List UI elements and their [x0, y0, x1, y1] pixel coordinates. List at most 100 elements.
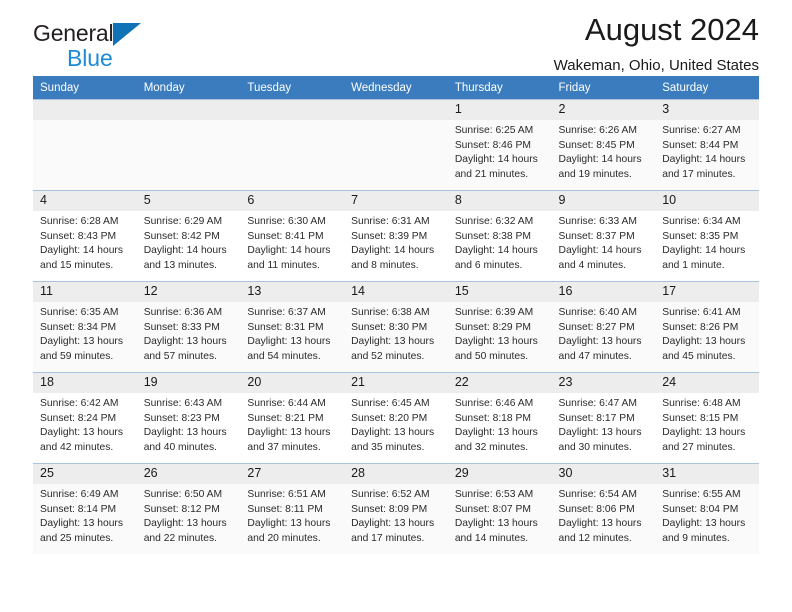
daylight-duration-line1: Daylight: 14 hours	[143, 245, 227, 257]
weekday-header-tuesday: Tuesday	[240, 76, 345, 100]
day-number: 25	[33, 464, 137, 485]
day-number: 9	[551, 191, 656, 212]
calendar-day-cell[interactable]: 27 Sunrise: 6:51 AM Sunset: 8:11 PM Dayligh…	[240, 463, 345, 554]
day-number: 16	[551, 282, 656, 303]
calendar-day-cell[interactable]: 15 Sunrise: 6:39 AM Sunset: 8:29 PM Dayligh…	[447, 281, 552, 373]
calendar-day-cell[interactable]: 16 Sunrise: 6:40 AM Sunset: 8:27 PM Dayligh…	[551, 281, 656, 373]
calendar-day-cell[interactable]: 20 Sunrise: 6:44 AM Sunset: 8:21 PM Dayligh…	[240, 372, 345, 464]
daylight-duration-line2: and 45 minutes.	[662, 350, 736, 362]
calendar-week-row: 4 Sunrise: 6:28 AM Sunset: 8:43 PM Daylight…	[33, 190, 759, 282]
day-details: Sunrise: 6:29 AM Sunset: 8:42 PM Daylight:…	[137, 211, 241, 273]
calendar-day-cell[interactable]: 8 Sunrise: 6:32 AM Sunset: 8:38 PM Daylight…	[447, 190, 552, 282]
calendar-day-cell[interactable]: 28 Sunrise: 6:52 AM Sunset: 8:09 PM Dayligh…	[344, 463, 448, 554]
brand-logo-top-row: General	[33, 22, 142, 46]
sunrise-time: Sunrise: 6:25 AM	[454, 125, 534, 137]
day-number: 17	[655, 282, 759, 303]
calendar-day-cell[interactable]: 7 Sunrise: 6:31 AM Sunset: 8:39 PM Daylight…	[344, 190, 448, 282]
calendar-header-row: Sunday Monday Tuesday Wednesday Thursday Frid…	[33, 76, 759, 100]
calendar-day-cell[interactable]: 29 Sunrise: 6:53 AM Sunset: 8:07 PM Dayligh…	[447, 463, 552, 554]
day-number: 18	[33, 373, 137, 394]
day-number: 26	[136, 464, 241, 485]
daylight-duration-line2: and 22 minutes.	[143, 532, 217, 544]
day-number: 27	[240, 464, 345, 485]
calendar-day-cell[interactable]: 4 Sunrise: 6:28 AM Sunset: 8:43 PM Daylight…	[33, 190, 137, 282]
daylight-duration-line1: Daylight: 13 hours	[454, 518, 538, 530]
daylight-duration-line1: Daylight: 13 hours	[40, 518, 123, 530]
calendar-day-cell[interactable]: 21 Sunrise: 6:45 AM Sunset: 8:20 PM Dayligh…	[344, 372, 448, 464]
daylight-duration-line2: and 1 minute.	[662, 259, 725, 271]
day-details: Sunrise: 6:49 AM Sunset: 8:14 PM Daylight:…	[33, 484, 137, 546]
weekday-header-sunday: Sunday	[33, 76, 137, 100]
calendar-day-cell[interactable]: 22 Sunrise: 6:46 AM Sunset: 8:18 PM Dayligh…	[447, 372, 552, 464]
day-details: Sunrise: 6:55 AM Sunset: 8:04 PM Daylight:…	[655, 484, 759, 546]
daylight-duration-line1: Daylight: 14 hours	[247, 245, 331, 257]
sunset-time: Sunset: 8:12 PM	[143, 503, 220, 515]
sunset-time: Sunset: 8:38 PM	[454, 230, 531, 242]
calendar-day-cell[interactable]: 18 Sunrise: 6:42 AM Sunset: 8:24 PM Dayligh…	[33, 372, 137, 464]
calendar-day-cell[interactable]: 23 Sunrise: 6:47 AM Sunset: 8:17 PM Dayligh…	[551, 372, 656, 464]
day-number: 20	[240, 373, 345, 394]
day-details: Sunrise: 6:45 AM Sunset: 8:20 PM Daylight:…	[344, 393, 448, 455]
day-number: 24	[655, 373, 759, 394]
calendar-day-cell[interactable]: 10 Sunrise: 6:34 AM Sunset: 8:35 PM Dayligh…	[655, 190, 759, 282]
calendar-day-cell[interactable]: 26 Sunrise: 6:50 AM Sunset: 8:12 PM Dayligh…	[136, 463, 241, 554]
daylight-duration-line1: Daylight: 13 hours	[143, 518, 227, 530]
daylight-duration-line1: Daylight: 13 hours	[662, 427, 746, 439]
calendar-day-cell[interactable]: 5 Sunrise: 6:29 AM Sunset: 8:42 PM Daylight…	[136, 190, 241, 282]
calendar-day-cell[interactable]: 12 Sunrise: 6:36 AM Sunset: 8:33 PM Dayligh…	[136, 281, 241, 373]
day-number: 21	[344, 373, 448, 394]
calendar-day-cell[interactable]: 3 Sunrise: 6:27 AM Sunset: 8:44 PM Daylight…	[655, 99, 759, 191]
day-number: 23	[551, 373, 656, 394]
sunset-time: Sunset: 8:14 PM	[40, 503, 117, 515]
daylight-duration-line1: Daylight: 13 hours	[143, 336, 227, 348]
calendar-table: Sunday Monday Tuesday Wednesday Thursday Frid…	[33, 76, 759, 554]
day-details: Sunrise: 6:32 AM Sunset: 8:38 PM Daylight:…	[448, 211, 552, 273]
daylight-duration-line1: Daylight: 13 hours	[454, 427, 538, 439]
calendar-day-cell[interactable]: 17 Sunrise: 6:41 AM Sunset: 8:26 PM Dayligh…	[655, 281, 759, 373]
daylight-duration-line2: and 37 minutes.	[247, 441, 321, 453]
calendar-week-row: 18 Sunrise: 6:42 AM Sunset: 8:24 PM Dayligh…	[33, 372, 759, 464]
sunset-time: Sunset: 8:35 PM	[662, 230, 739, 242]
daylight-duration-line2: and 12 minutes.	[558, 532, 632, 544]
calendar-day-cell[interactable]: 24 Sunrise: 6:48 AM Sunset: 8:15 PM Dayligh…	[655, 372, 759, 464]
calendar-day-cell[interactable]: 13 Sunrise: 6:37 AM Sunset: 8:31 PM Dayligh…	[240, 281, 345, 373]
calendar-day-cell[interactable]: 19 Sunrise: 6:43 AM Sunset: 8:23 PM Dayligh…	[136, 372, 241, 464]
daylight-duration-line1: Daylight: 13 hours	[351, 336, 435, 348]
calendar-day-cell[interactable]: 31 Sunrise: 6:55 AM Sunset: 8:04 PM Dayligh…	[655, 463, 759, 554]
daylight-duration-line2: and 32 minutes.	[454, 441, 529, 453]
daylight-duration-line2: and 11 minutes.	[247, 259, 320, 271]
calendar-day-cell[interactable]: 1 Sunrise: 6:25 AM Sunset: 8:46 PM Daylight…	[447, 99, 552, 191]
calendar-day-cell[interactable]: 6 Sunrise: 6:30 AM Sunset: 8:41 PM Daylight…	[240, 190, 345, 282]
day-details: Sunrise: 6:54 AM Sunset: 8:06 PM Daylight:…	[552, 484, 656, 546]
daylight-duration-line1: Daylight: 13 hours	[143, 427, 227, 439]
sunrise-time: Sunrise: 6:54 AM	[558, 489, 637, 501]
sunrise-time: Sunrise: 6:43 AM	[143, 398, 223, 410]
calendar-day-cell[interactable]: 25 Sunrise: 6:49 AM Sunset: 8:14 PM Dayligh…	[33, 463, 137, 554]
daylight-duration-line1: Daylight: 14 hours	[454, 154, 538, 166]
sunrise-time: Sunrise: 6:53 AM	[454, 489, 534, 501]
daylight-duration-line2: and 35 minutes.	[351, 441, 425, 453]
day-details: Sunrise: 6:36 AM Sunset: 8:33 PM Daylight:…	[137, 302, 241, 364]
weekday-header-saturday: Saturday	[655, 76, 759, 100]
daylight-duration-line1: Daylight: 13 hours	[351, 427, 435, 439]
page-title: August 2024	[584, 12, 759, 47]
sunrise-time: Sunrise: 6:41 AM	[662, 307, 741, 319]
brand-logo[interactable]: General Blue	[33, 22, 142, 70]
calendar-cell-empty	[136, 99, 241, 191]
sunrise-time: Sunrise: 6:40 AM	[558, 307, 637, 319]
daylight-duration-line1: Daylight: 13 hours	[558, 518, 642, 530]
sunset-time: Sunset: 8:15 PM	[662, 412, 739, 424]
calendar-day-cell[interactable]: 11 Sunrise: 6:35 AM Sunset: 8:34 PM Dayligh…	[33, 281, 137, 373]
sunrise-time: Sunrise: 6:28 AM	[40, 216, 119, 228]
calendar-cell-empty	[344, 99, 448, 191]
calendar-day-cell[interactable]: 14 Sunrise: 6:38 AM Sunset: 8:30 PM Dayligh…	[344, 281, 448, 373]
weekday-header-wednesday: Wednesday	[344, 76, 448, 100]
calendar-day-cell[interactable]: 2 Sunrise: 6:26 AM Sunset: 8:45 PM Daylight…	[551, 99, 656, 191]
day-details: Sunrise: 6:27 AM Sunset: 8:44 PM Daylight:…	[655, 120, 759, 182]
sunset-time: Sunset: 8:33 PM	[143, 321, 220, 333]
daylight-duration-line2: and 21 minutes.	[454, 168, 529, 180]
calendar-day-cell[interactable]: 30 Sunrise: 6:54 AM Sunset: 8:06 PM Dayligh…	[551, 463, 656, 554]
calendar-day-cell[interactable]: 9 Sunrise: 6:33 AM Sunset: 8:37 PM Daylight…	[551, 190, 656, 282]
day-details: Sunrise: 6:26 AM Sunset: 8:45 PM Daylight:…	[552, 120, 656, 182]
weekday-header-monday: Monday	[136, 76, 241, 100]
